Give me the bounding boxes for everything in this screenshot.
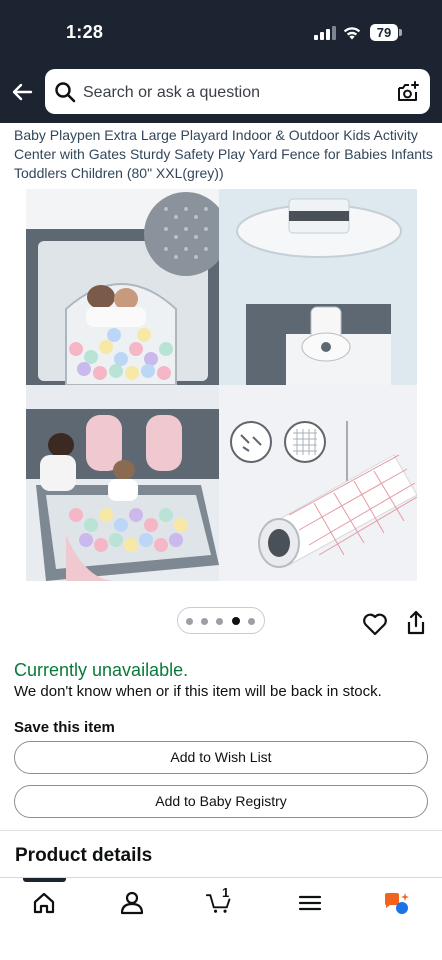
gallery-dot[interactable] xyxy=(186,618,193,625)
save-section-title: Save this item xyxy=(14,719,115,736)
home-icon[interactable] xyxy=(31,891,57,915)
search-input[interactable]: Search or ask a question xyxy=(83,84,260,102)
add-to-baby-registry-button[interactable]: Add to Baby Registry xyxy=(14,785,428,818)
availability-note: We don't know when or if this item will … xyxy=(14,683,382,700)
gallery-dot-active[interactable] xyxy=(232,617,240,625)
product-image-kids-in-ball-pit[interactable] xyxy=(26,385,219,581)
gallery-dot[interactable] xyxy=(248,618,255,625)
product-image-playpen-with-family[interactable] xyxy=(26,189,219,385)
arrow-left-icon[interactable] xyxy=(10,80,34,104)
bottom-nav xyxy=(0,877,442,960)
search-icon xyxy=(55,82,76,103)
product-image-suction-base[interactable] xyxy=(219,189,417,385)
cellular-signal-icon xyxy=(314,26,336,40)
section-divider xyxy=(0,830,442,831)
search-bar[interactable]: Search or ask a question xyxy=(45,69,430,114)
top-bar: 1:28 79 Search or ask a question xyxy=(0,0,442,123)
heart-icon[interactable] xyxy=(362,612,388,636)
product-image-mesh-fabric-detail[interactable] xyxy=(219,385,417,581)
product-details-heading[interactable]: Product details xyxy=(15,845,152,867)
account-icon[interactable] xyxy=(119,891,145,915)
status-bar: 1:28 79 xyxy=(0,0,442,60)
share-icon[interactable] xyxy=(405,610,427,636)
gallery-pagination[interactable] xyxy=(177,607,265,634)
active-tab-indicator xyxy=(23,878,66,882)
cart-count-badge: 1 xyxy=(222,885,230,900)
availability-status: Currently unavailable. xyxy=(14,660,189,680)
product-title: Baby Playpen Extra Large Playard Indoor … xyxy=(14,127,433,181)
battery-tip xyxy=(399,29,402,36)
add-to-wish-list-button[interactable]: Add to Wish List xyxy=(14,741,428,774)
battery-icon: 79 xyxy=(370,24,398,41)
gallery-dot[interactable] xyxy=(216,618,223,625)
wifi-icon xyxy=(343,27,361,40)
menu-icon[interactable] xyxy=(297,891,323,915)
status-time: 1:28 xyxy=(66,22,104,42)
gallery-dot[interactable] xyxy=(201,618,208,625)
rufus-icon[interactable] xyxy=(383,891,409,915)
camera-plus-icon[interactable] xyxy=(396,80,420,104)
